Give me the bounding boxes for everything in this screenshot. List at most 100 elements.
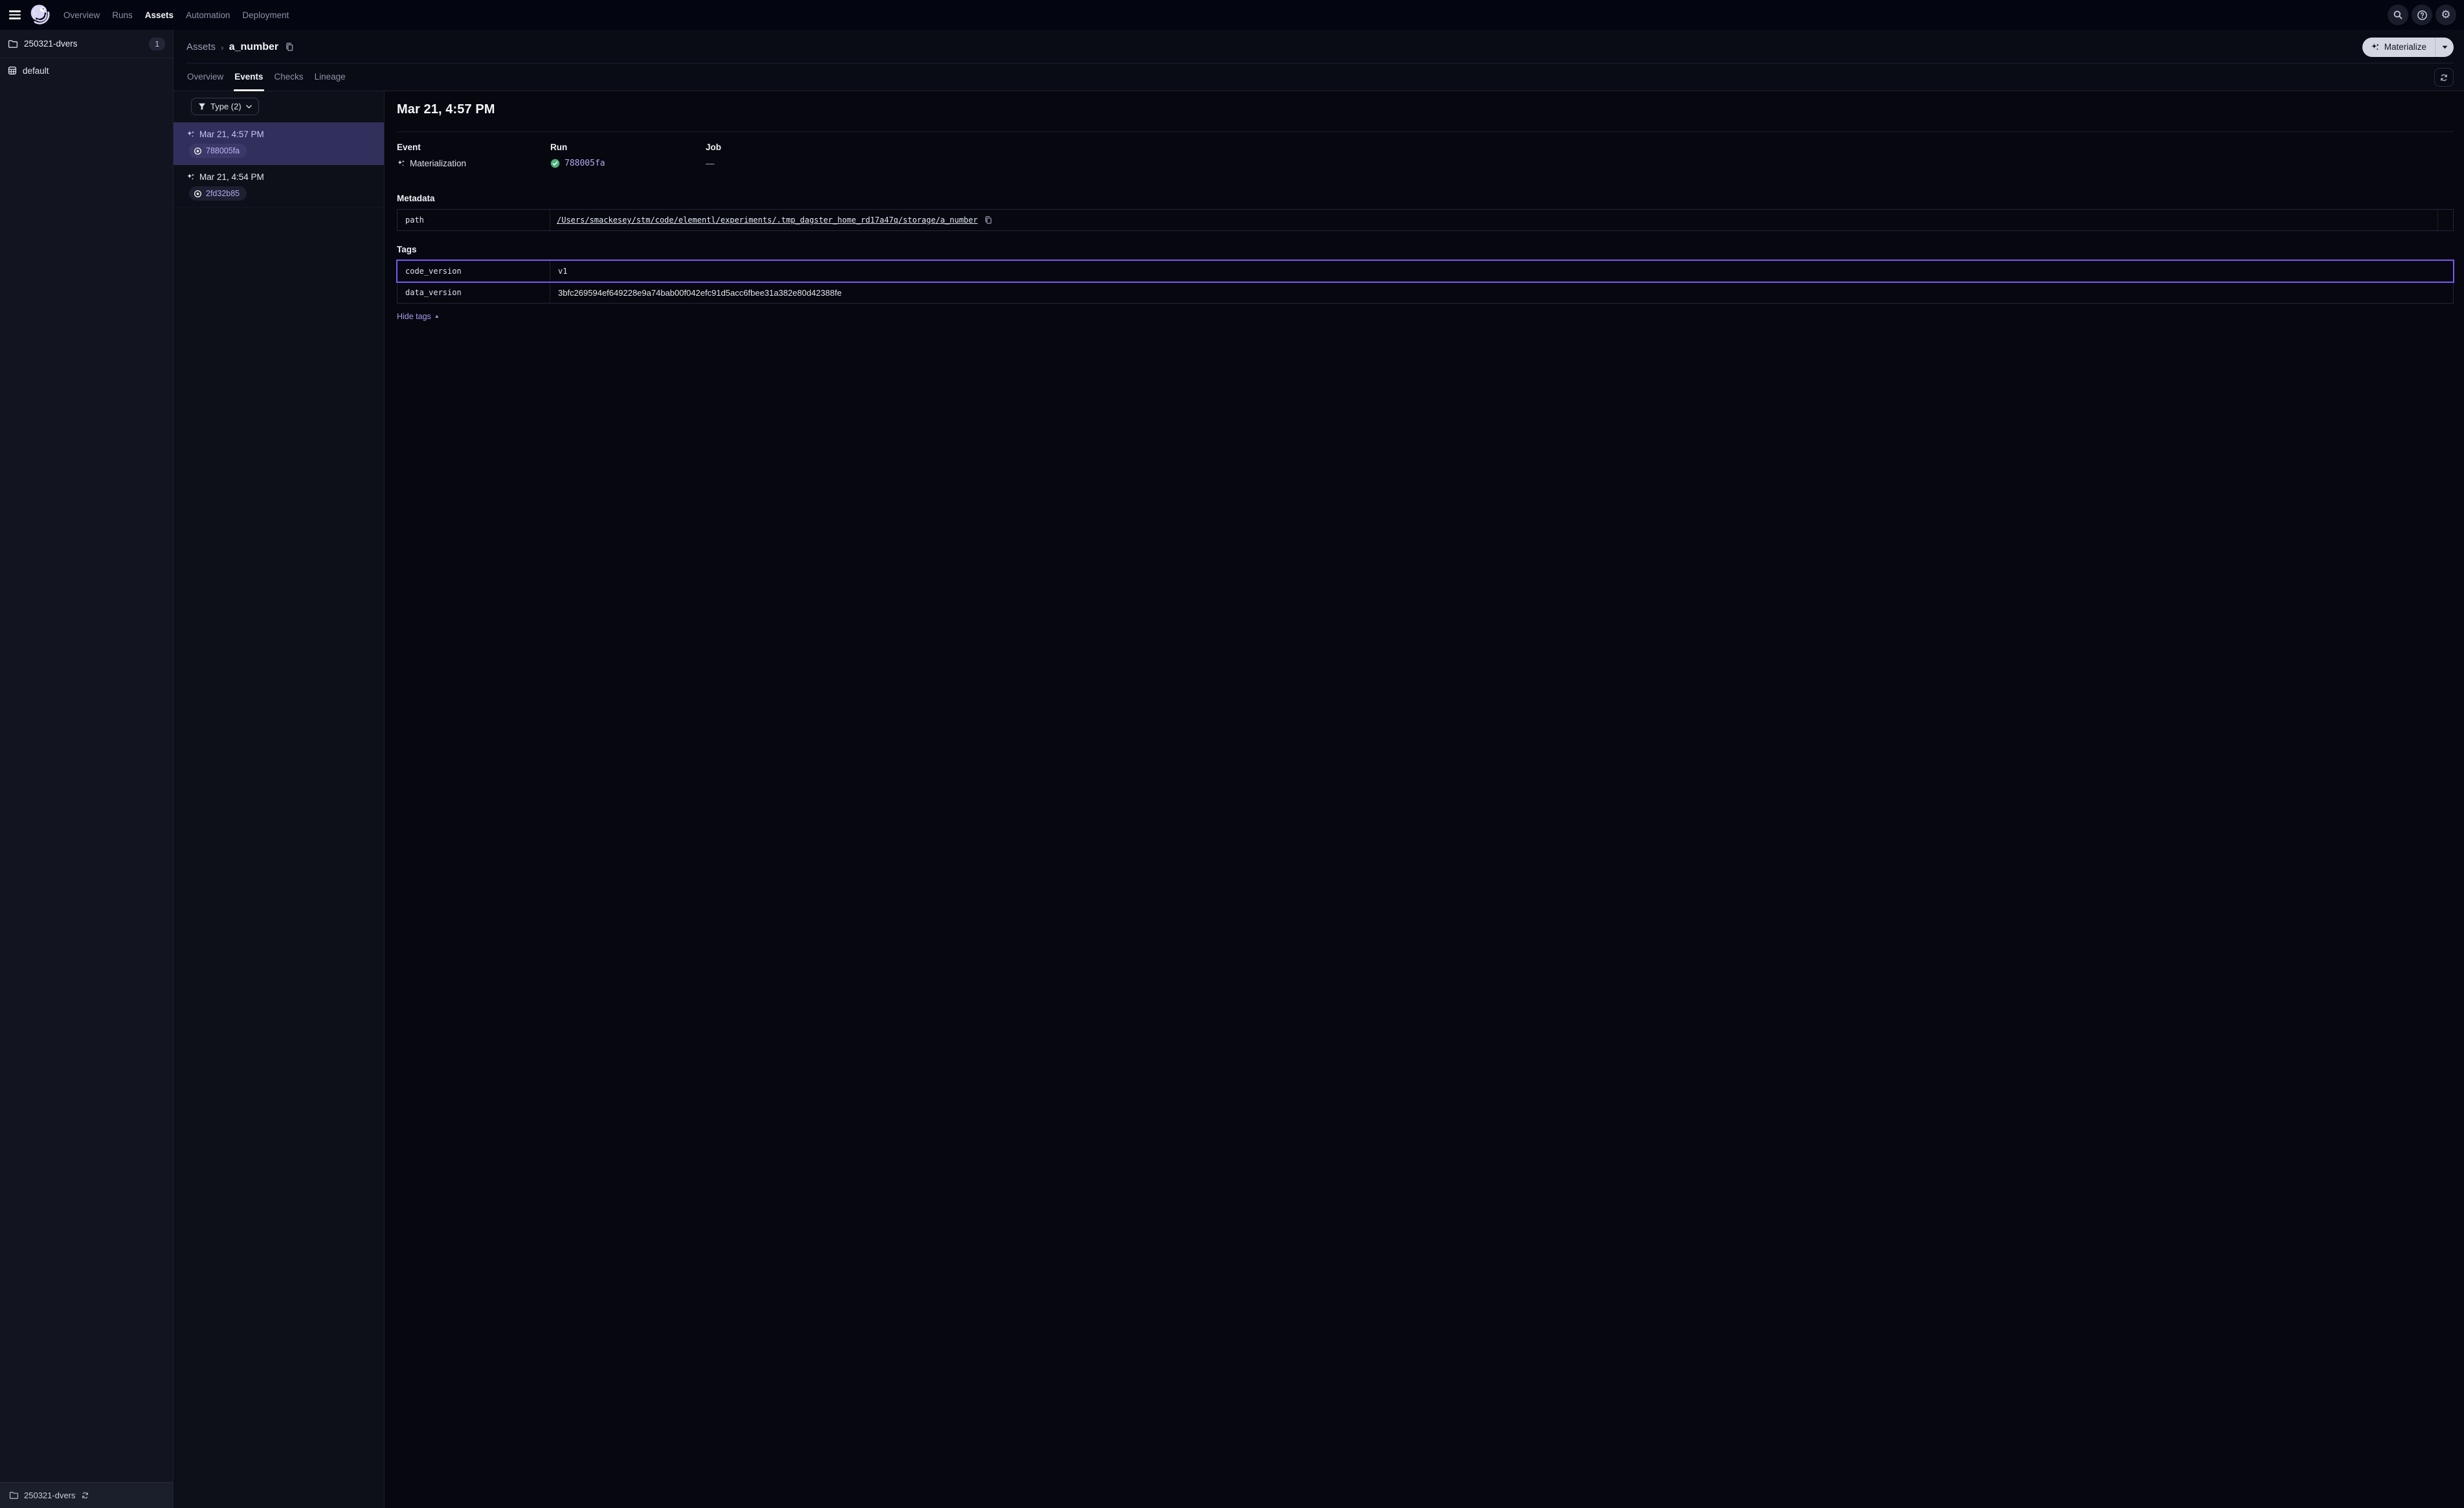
materialization-sparkle-icon bbox=[186, 130, 195, 139]
footer-repo-name: 250321-dvers bbox=[24, 1491, 76, 1500]
tag-value: v1 bbox=[550, 261, 2453, 282]
search-icon bbox=[2393, 10, 2403, 20]
run-id: 788005fa bbox=[206, 146, 240, 155]
event-list-item[interactable]: Mar 21, 4:57 PM 788005fa bbox=[174, 122, 384, 165]
main-area: Assets › a_number Materialize bbox=[174, 30, 2464, 1508]
tag-key: code_version bbox=[398, 261, 550, 282]
metadata-path-link[interactable]: /Users/smackesey/stm/code/elementl/exper… bbox=[557, 216, 978, 225]
nav-item-deployment[interactable]: Deployment bbox=[241, 8, 290, 23]
asset-groups-sidebar: 250321-dvers 1 default 250321-dvers bbox=[0, 30, 174, 1508]
nav-item-runs[interactable]: Runs bbox=[111, 8, 134, 23]
repo-count-badge: 1 bbox=[149, 38, 165, 50]
copy-path-button[interactable] bbox=[983, 214, 994, 226]
breadcrumb-assets-link[interactable]: Assets bbox=[186, 41, 216, 52]
copy-asset-name-button[interactable] bbox=[284, 41, 295, 53]
hide-tags-link[interactable]: Hide tags ▲ bbox=[397, 312, 440, 321]
settings-button[interactable]: ⚙ bbox=[2436, 5, 2456, 25]
repo-name: 250321-dvers bbox=[24, 39, 78, 49]
hide-tags-label: Hide tags bbox=[397, 312, 431, 321]
run-column-label: Run bbox=[550, 142, 706, 152]
type-filter-label: Type (2) bbox=[210, 102, 241, 111]
run-id-link[interactable]: 788005fa bbox=[565, 159, 605, 168]
detail-divider bbox=[397, 131, 2454, 132]
sidebar-item-repo[interactable]: 250321-dvers 1 bbox=[0, 30, 173, 58]
content-area: Type (2) Mar 21, 4:57 PM bbox=[174, 91, 2464, 1508]
event-type-value: Materialization bbox=[410, 159, 466, 168]
folder-icon bbox=[9, 1491, 19, 1500]
filter-funnel-icon bbox=[198, 103, 206, 111]
page-header: Assets › a_number Materialize bbox=[174, 30, 2464, 60]
run-target-icon bbox=[194, 190, 202, 198]
materialization-sparkle-icon bbox=[397, 159, 405, 168]
tab-bar: Overview Events Checks Lineage bbox=[174, 63, 2464, 91]
event-detail-title: Mar 21, 4:57 PM bbox=[397, 102, 2454, 117]
copy-icon bbox=[984, 216, 992, 225]
sparkle-icon bbox=[2371, 43, 2380, 52]
hamburger-menu-icon[interactable] bbox=[9, 10, 21, 19]
main-nav-menu: Overview Runs Assets Automation Deployme… bbox=[62, 8, 290, 23]
event-column: Event Materialization bbox=[397, 142, 550, 168]
materialize-button[interactable]: Materialize bbox=[2362, 38, 2454, 57]
tag-value: 3bfc269594ef649228e9a74bab00f042efc91d5a… bbox=[550, 282, 2453, 303]
tab-overview[interactable]: Overview bbox=[186, 72, 224, 91]
metadata-table: path /Users/smackesey/stm/code/elementl/… bbox=[397, 209, 2454, 231]
octopus-logo-icon bbox=[27, 3, 52, 27]
job-value: — bbox=[706, 159, 715, 168]
refresh-button[interactable] bbox=[2434, 68, 2454, 87]
nav-item-overview[interactable]: Overview bbox=[62, 8, 101, 23]
materialization-sparkle-icon bbox=[186, 173, 195, 181]
nav-item-automation[interactable]: Automation bbox=[185, 8, 231, 23]
materialize-main[interactable]: Materialize bbox=[2362, 42, 2435, 52]
copy-icon bbox=[285, 42, 294, 52]
tags-heading: Tags bbox=[397, 245, 2454, 254]
type-filter-button[interactable]: Type (2) bbox=[191, 98, 259, 115]
asset-group-icon bbox=[8, 66, 17, 75]
metadata-heading: Metadata bbox=[397, 194, 2454, 203]
run-id: 2fd32b85 bbox=[206, 189, 240, 198]
event-list-item[interactable]: Mar 21, 4:54 PM 2fd32b85 bbox=[174, 165, 384, 208]
event-column-label: Event bbox=[397, 142, 550, 152]
run-id-pill[interactable]: 788005fa bbox=[189, 144, 247, 158]
help-button[interactable] bbox=[2412, 5, 2432, 25]
tag-row-data-version: data_version 3bfc269594ef649228e9a74bab0… bbox=[398, 282, 2453, 303]
tab-lineage[interactable]: Lineage bbox=[314, 72, 346, 91]
nav-item-assets[interactable]: Assets bbox=[144, 8, 175, 23]
breadcrumb: Assets › a_number bbox=[186, 41, 295, 53]
metadata-actions-cell bbox=[2437, 210, 2453, 230]
materialize-dropdown[interactable] bbox=[2436, 45, 2454, 49]
run-column: Run 788005fa bbox=[550, 142, 706, 168]
job-column: Job — bbox=[706, 142, 2454, 168]
chevron-down-icon bbox=[246, 105, 252, 109]
reload-icon[interactable] bbox=[81, 1491, 89, 1500]
tag-key: data_version bbox=[398, 282, 550, 303]
sidebar-footer[interactable]: 250321-dvers bbox=[0, 1482, 173, 1508]
group-name: default bbox=[23, 66, 49, 76]
event-detail-panel: Mar 21, 4:57 PM Event Materialization bbox=[385, 91, 2464, 1508]
tags-table: code_version v1 data_version 3bfc269594e… bbox=[397, 260, 2454, 304]
refresh-icon bbox=[2439, 73, 2448, 82]
dagster-logo[interactable] bbox=[27, 2, 52, 28]
materialize-label: Materialize bbox=[2384, 42, 2426, 52]
search-button[interactable] bbox=[2388, 5, 2408, 25]
caret-down-icon bbox=[2442, 45, 2448, 49]
top-nav: Overview Runs Assets Automation Deployme… bbox=[0, 0, 2464, 30]
event-summary-grid: Event Materialization Run bbox=[397, 142, 2454, 168]
collapse-caret-icon: ▲ bbox=[434, 314, 440, 319]
help-icon bbox=[2417, 10, 2428, 21]
nav-right-actions: ⚙ bbox=[2388, 5, 2456, 25]
page-title: a_number bbox=[229, 41, 278, 53]
run-success-icon bbox=[550, 159, 560, 168]
job-column-label: Job bbox=[706, 142, 2454, 152]
gear-icon: ⚙ bbox=[2441, 10, 2450, 21]
folder-icon bbox=[8, 39, 18, 49]
event-list-panel: Type (2) Mar 21, 4:57 PM bbox=[174, 91, 385, 1508]
tab-checks[interactable]: Checks bbox=[274, 72, 304, 91]
metadata-key: path bbox=[398, 210, 550, 230]
tab-events[interactable]: Events bbox=[234, 72, 263, 91]
sidebar-item-default-group[interactable]: default bbox=[0, 58, 173, 83]
event-time: Mar 21, 4:57 PM bbox=[199, 129, 264, 139]
breadcrumb-separator: › bbox=[221, 42, 224, 52]
event-time: Mar 21, 4:54 PM bbox=[199, 172, 264, 182]
run-target-icon bbox=[194, 147, 202, 155]
run-id-pill[interactable]: 2fd32b85 bbox=[189, 186, 247, 201]
